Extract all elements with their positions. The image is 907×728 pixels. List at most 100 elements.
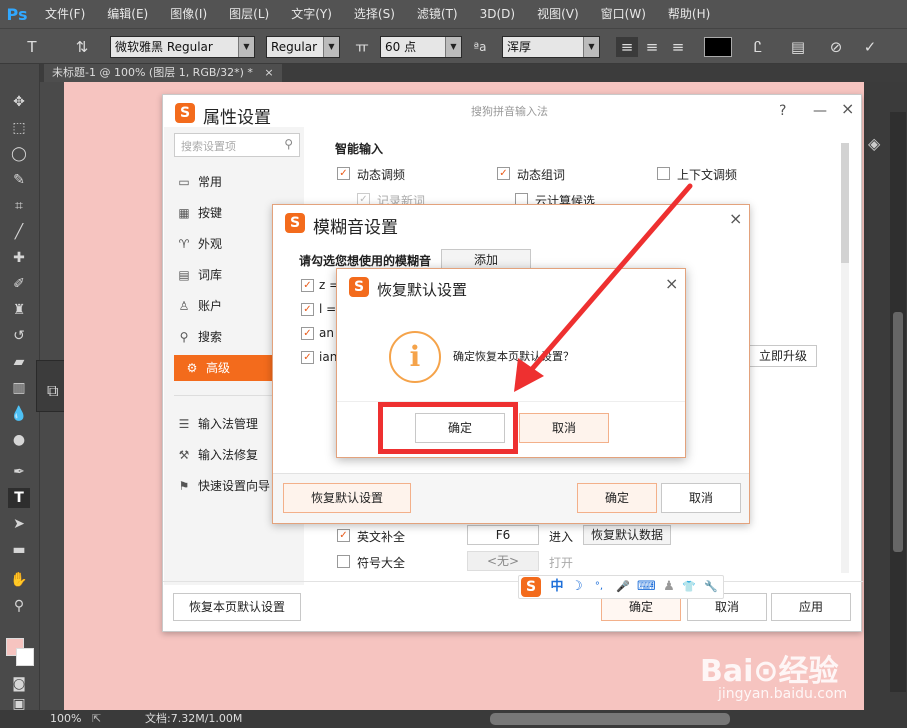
search-icon[interactable]: ⚲: [284, 137, 293, 151]
sidebar-item-dictionary[interactable]: ▤ 词库: [174, 262, 274, 288]
zoom-level[interactable]: 100%: [50, 710, 81, 728]
healing-brush-icon[interactable]: ✚: [8, 248, 30, 268]
3d-panel-icon[interactable]: ⧉: [47, 381, 58, 401]
antialias-select[interactable]: 浑厚 ▼: [502, 36, 600, 58]
move-tool-icon[interactable]: ✥: [8, 92, 30, 112]
sidebar-item-advanced[interactable]: ⚙ 高级: [174, 355, 280, 381]
dynamic-phrase-checkbox[interactable]: ✓: [497, 167, 510, 180]
dynamic-tone-checkbox[interactable]: ✓: [337, 167, 350, 180]
crop-tool-icon[interactable]: ⌗: [8, 196, 30, 216]
fuzzy-checkbox[interactable]: ✓: [301, 303, 314, 316]
sidebar-item-quick-setup[interactable]: ⚑ 快速设置向导: [174, 473, 274, 499]
align-center-icon[interactable]: ≡: [642, 37, 662, 57]
context-tone-checkbox[interactable]: [657, 167, 670, 180]
dodge-tool-icon[interactable]: ●: [8, 430, 30, 450]
type-tool-icon[interactable]: T: [22, 37, 42, 57]
close-icon[interactable]: ×: [841, 101, 854, 117]
shirt-icon[interactable]: 👕: [681, 578, 697, 596]
minimize-icon[interactable]: —: [813, 103, 827, 119]
scrollbar-thumb[interactable]: [893, 312, 903, 552]
cancel-edit-icon[interactable]: ⊘: [826, 37, 846, 57]
sogou-logo-icon[interactable]: S: [521, 577, 541, 597]
history-brush-icon[interactable]: ↺: [8, 326, 30, 346]
moon-icon[interactable]: ☽: [569, 578, 585, 596]
english-key-input[interactable]: F6: [467, 525, 539, 545]
sidebar-item-search[interactable]: ⚲ 搜索: [174, 324, 274, 350]
fuzzy-checkbox[interactable]: ✓: [301, 279, 314, 292]
pen-tool-icon[interactable]: ✒: [8, 462, 30, 482]
wrench-icon[interactable]: 🔧: [703, 578, 719, 596]
menu-type[interactable]: 文字(Y): [280, 0, 343, 28]
search-input[interactable]: 搜索设置项 ⚲: [174, 133, 300, 157]
ime-toolbar[interactable]: S 中 ☽ °, 🎤 ⌨ ♟ 👕 🔧: [518, 575, 724, 599]
gradient-icon[interactable]: ▥: [8, 378, 30, 398]
menu-select[interactable]: 选择(S): [343, 0, 406, 28]
text-color-swatch[interactable]: [704, 37, 732, 57]
menu-help[interactable]: 帮助(H): [657, 0, 721, 28]
brush-tool-icon[interactable]: ✐: [8, 274, 30, 294]
sidebar-item-appearance[interactable]: ♈ 外观: [174, 231, 274, 257]
menu-window[interactable]: 窗口(W): [590, 0, 657, 28]
help-icon[interactable]: ?: [779, 103, 786, 119]
menu-view[interactable]: 视图(V): [526, 0, 590, 28]
quick-select-icon[interactable]: ✎: [8, 170, 30, 190]
path-select-icon[interactable]: ➤: [8, 514, 30, 534]
text-orientation-icon[interactable]: ⇅: [72, 37, 92, 57]
sidebar-item-ime-repair[interactable]: ⚒ 输入法修复: [174, 442, 274, 468]
close-icon[interactable]: ×: [729, 211, 742, 227]
menu-image[interactable]: 图像(I): [159, 0, 218, 28]
fuzzy-checkbox[interactable]: ✓: [301, 327, 314, 340]
cancel-button[interactable]: 取消: [661, 483, 741, 513]
sidebar-item-common[interactable]: ▭ 常用: [174, 169, 274, 195]
upgrade-button[interactable]: 立即升级: [749, 345, 817, 367]
export-icon[interactable]: ⇱: [92, 710, 101, 728]
zoom-tool-icon[interactable]: ⚲: [8, 596, 30, 616]
content-scrollbar[interactable]: [841, 143, 849, 573]
font-style-select[interactable]: Regular ▼: [266, 36, 340, 58]
document-tab[interactable]: 未标题-1 @ 100% (图层 1, RGB/32*) * ×: [44, 64, 282, 82]
close-icon[interactable]: ×: [264, 66, 273, 79]
panels-icon[interactable]: ▤: [788, 37, 808, 57]
menu-edit[interactable]: 编辑(E): [96, 0, 159, 28]
stamp-tool-icon[interactable]: ♜: [8, 300, 30, 320]
menu-3d[interactable]: 3D(D): [469, 0, 526, 28]
mic-icon[interactable]: 🎤: [615, 578, 631, 596]
type-tool-icon[interactable]: T: [8, 488, 30, 508]
lasso-tool-icon[interactable]: ◯: [8, 144, 30, 164]
warp-text-icon[interactable]: Ꮭ: [748, 37, 768, 57]
background-color[interactable]: [16, 648, 34, 666]
menu-filter[interactable]: 滤镜(T): [406, 0, 469, 28]
layers-icon[interactable]: ◈: [868, 134, 880, 153]
vertical-scrollbar[interactable]: [890, 112, 906, 692]
font-size-select[interactable]: 60 点 ▼: [380, 36, 462, 58]
chinese-mode-icon[interactable]: 中: [549, 578, 565, 596]
confirm-cancel-button[interactable]: 取消: [519, 413, 609, 443]
align-left-icon[interactable]: ≡: [616, 37, 638, 57]
restore-default-button[interactable]: 恢复默认设置: [283, 483, 411, 513]
font-family-select[interactable]: 微软雅黑 Regular ▼: [110, 36, 255, 58]
symbols-key-input[interactable]: <无>: [467, 551, 539, 571]
punct-icon[interactable]: °,: [591, 578, 607, 596]
apply-button[interactable]: 应用: [771, 593, 851, 621]
quick-mask-icon[interactable]: ◙: [8, 674, 30, 694]
sidebar-item-keys[interactable]: ▦ 按键: [174, 200, 274, 226]
marquee-tool-icon[interactable]: ⬚: [8, 118, 30, 138]
ok-button[interactable]: 确定: [577, 483, 657, 513]
eraser-icon[interactable]: ▰: [8, 352, 30, 372]
horizontal-scrollbar[interactable]: [490, 713, 730, 725]
symbols-checkbox[interactable]: [337, 555, 350, 568]
fuzzy-checkbox[interactable]: ✓: [301, 351, 314, 364]
eyedropper-icon[interactable]: ╱: [8, 222, 30, 242]
keyboard-icon[interactable]: ⌨: [637, 578, 656, 596]
hand-tool-icon[interactable]: ✋: [8, 570, 30, 590]
restore-page-default-button[interactable]: 恢复本页默认设置: [173, 593, 301, 621]
commit-edit-icon[interactable]: ✓: [860, 37, 880, 57]
shape-tool-icon[interactable]: ▬: [8, 540, 30, 560]
menu-file[interactable]: 文件(F): [34, 0, 96, 28]
english-complete-checkbox[interactable]: ✓: [337, 529, 350, 542]
sidebar-item-account[interactable]: ♙ 账户: [174, 293, 274, 319]
user-icon[interactable]: ♟: [661, 578, 677, 596]
sidebar-item-ime-manage[interactable]: ☰ 输入法管理: [174, 411, 274, 437]
align-right-icon[interactable]: ≡: [668, 37, 688, 57]
menu-layer[interactable]: 图层(L): [218, 0, 280, 28]
